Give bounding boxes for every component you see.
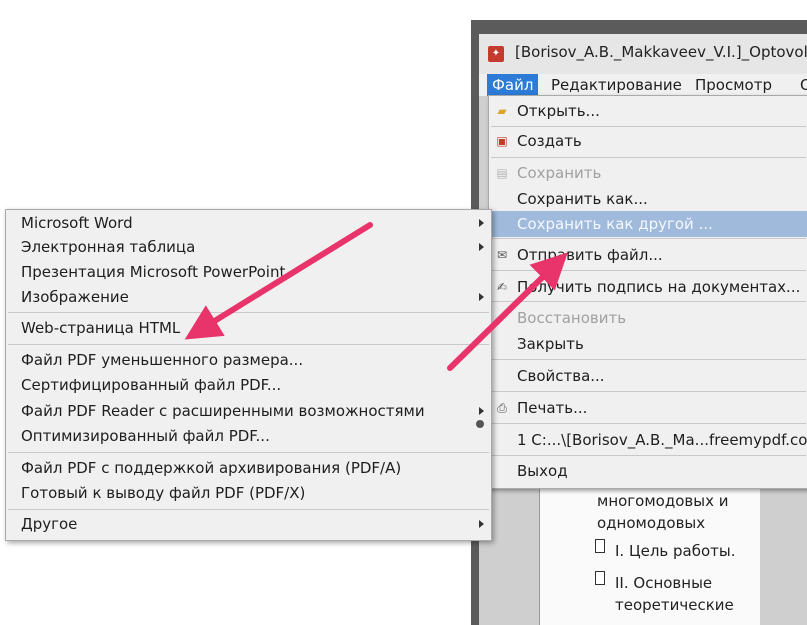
- submenu-item-reduced-size-pdf[interactable]: Файл PDF уменьшенного размера...: [6, 348, 491, 372]
- submenu-item-label: Изображение: [21, 288, 129, 306]
- submenu-item-label: Готовый к выводу файл PDF (PDF/X): [21, 484, 306, 502]
- menu-separator: [491, 301, 806, 302]
- printer-icon: ⎙: [497, 401, 507, 415]
- menu-separator: [491, 391, 806, 392]
- menu-item-label: Открыть...: [517, 102, 600, 120]
- menu-file[interactable]: Файл: [487, 74, 539, 96]
- submenu-separator: [8, 452, 489, 453]
- menu-separator: [491, 359, 806, 360]
- bookmark-label[interactable]: I. Цель работы.: [615, 542, 736, 560]
- create-pdf-icon: ▣: [496, 134, 508, 148]
- menu-item-exit[interactable]: Выход: [489, 458, 807, 484]
- submenu-item-other[interactable]: Другое: [6, 512, 491, 536]
- menu-item-label: Отправить файл...: [517, 246, 663, 264]
- submenu-indicator-dot: [476, 420, 484, 428]
- signature-icon: ✍: [496, 280, 508, 294]
- bookmark-icon: [595, 571, 605, 585]
- submenu-item-pdf-x[interactable]: Готовый к выводу файл PDF (PDF/X): [6, 481, 491, 505]
- menu-separator: [491, 270, 806, 271]
- menu-item-save: ▤ Сохранить: [489, 160, 807, 186]
- submenu-item-reader-extended-pdf[interactable]: Файл PDF Reader с расширенными возможнос…: [6, 399, 491, 423]
- chevron-right-icon: [479, 407, 484, 415]
- menu-item-label: Восстановить: [517, 309, 627, 327]
- menu-edit[interactable]: Редактирование: [546, 74, 687, 96]
- submenu-item-label: Оптимизированный файл PDF...: [21, 427, 270, 445]
- folder-open-icon: ▰: [497, 104, 507, 118]
- submenu-item-powerpoint[interactable]: Презентация Microsoft PowerPoint: [6, 260, 491, 284]
- menu-item-print[interactable]: ⎙ Печать...: [489, 395, 807, 421]
- submenu-separator: [8, 344, 489, 345]
- document-text-line: многомодовых и: [597, 492, 729, 510]
- window-title: [Borisov_A.B._Makkaveev_V.I.]_Optovol: [515, 43, 807, 61]
- chevron-right-icon: [479, 219, 484, 227]
- submenu-item-label: Microsoft Word: [21, 214, 133, 232]
- envelope-icon: ✉: [496, 248, 508, 262]
- submenu-item-spreadsheet[interactable]: Электронная таблица: [6, 235, 491, 259]
- menu-view[interactable]: Просмотр: [690, 74, 777, 96]
- chevron-right-icon: [479, 520, 484, 528]
- menu-item-save-as[interactable]: Сохранить как...: [489, 186, 807, 212]
- menu-separator: [491, 126, 806, 127]
- submenu-item-label: Файл PDF Reader с расширенными возможнос…: [21, 402, 425, 420]
- bookmark-icon: [595, 539, 605, 553]
- menu-item-get-signature[interactable]: ✍ Получить подпись на документах...: [489, 274, 807, 300]
- menu-item-label: Сохранить: [517, 164, 602, 182]
- menu-item-open[interactable]: ▰ Открыть...: [489, 98, 807, 124]
- menu-item-label: Печать...: [517, 399, 588, 417]
- menu-item-properties[interactable]: Свойства...: [489, 363, 807, 389]
- menu-item-label: Свойства...: [517, 367, 605, 385]
- menu-item-label: Сохранить как другой ...: [517, 215, 713, 233]
- menu-item-label: Закрыть: [517, 335, 584, 353]
- submenu-item-label: Web-страница HTML: [21, 319, 181, 337]
- bookmark-label[interactable]: II. Основные: [615, 574, 712, 592]
- submenu-item-label: Презентация Microsoft PowerPoint: [21, 263, 286, 281]
- menu-item-recent-file[interactable]: 1 C:...\[Borisov_A.B._Ma...freemypdf.com: [489, 427, 807, 453]
- submenu-item-web-page[interactable]: Web-страница HTML: [6, 316, 491, 340]
- menu-bar: Файл Редактирование Просмотр О: [479, 74, 807, 97]
- submenu-separator: [8, 312, 489, 313]
- save-as-other-submenu: Microsoft Word Электронная таблица Презе…: [5, 209, 492, 541]
- submenu-item-certified-pdf[interactable]: Сертифицированный файл PDF...: [6, 373, 491, 397]
- submenu-item-label: Другое: [21, 515, 78, 533]
- submenu-item-image[interactable]: Изображение: [6, 285, 491, 309]
- menu-item-label: 1 C:...\[Borisov_A.B._Ma...freemypdf.com: [517, 431, 807, 449]
- save-icon: ▤: [496, 166, 508, 180]
- pdf-app-icon: ✦: [488, 46, 504, 62]
- menu-separator: [491, 423, 806, 424]
- file-menu: ▰ Открыть... ▣ Создать ▤ Сохранить Сохра…: [488, 95, 807, 489]
- document-text-line: одномодовых: [597, 514, 706, 532]
- menu-item-restore: Восстановить: [489, 305, 807, 331]
- menu-separator: [491, 157, 806, 158]
- chevron-right-icon: [479, 243, 484, 251]
- submenu-item-label: Файл PDF уменьшенного размера...: [21, 351, 304, 369]
- title-bar: ✦ [Borisov_A.B._Makkaveev_V.I.]_Optovol: [479, 34, 807, 74]
- submenu-separator: [8, 509, 489, 510]
- menu-item-create[interactable]: ▣ Создать: [489, 128, 807, 154]
- submenu-item-label: Электронная таблица: [21, 238, 196, 256]
- menu-item-label: Сохранить как...: [517, 190, 648, 208]
- menu-separator: [491, 238, 806, 239]
- bookmark-label-continued: теоретические: [615, 596, 734, 614]
- menu-item-save-as-other[interactable]: Сохранить как другой ...: [489, 211, 807, 237]
- chevron-right-icon: [479, 293, 484, 301]
- menu-more[interactable]: О: [795, 74, 807, 96]
- menu-item-label: Получить подпись на документах...: [517, 278, 801, 296]
- submenu-item-microsoft-word[interactable]: Microsoft Word: [6, 211, 491, 235]
- menu-item-label: Выход: [517, 462, 568, 480]
- submenu-item-pdf-a[interactable]: Файл PDF с поддержкой архивирования (PDF…: [6, 456, 491, 480]
- menu-item-label: Создать: [517, 132, 582, 150]
- submenu-item-label: Файл PDF с поддержкой архивирования (PDF…: [21, 459, 402, 477]
- submenu-item-label: Сертифицированный файл PDF...: [21, 376, 282, 394]
- menu-item-close[interactable]: Закрыть: [489, 331, 807, 357]
- submenu-item-optimized-pdf[interactable]: Оптимизированный файл PDF...: [6, 424, 491, 448]
- menu-separator: [491, 455, 806, 456]
- menu-item-send-file[interactable]: ✉ Отправить файл...: [489, 242, 807, 268]
